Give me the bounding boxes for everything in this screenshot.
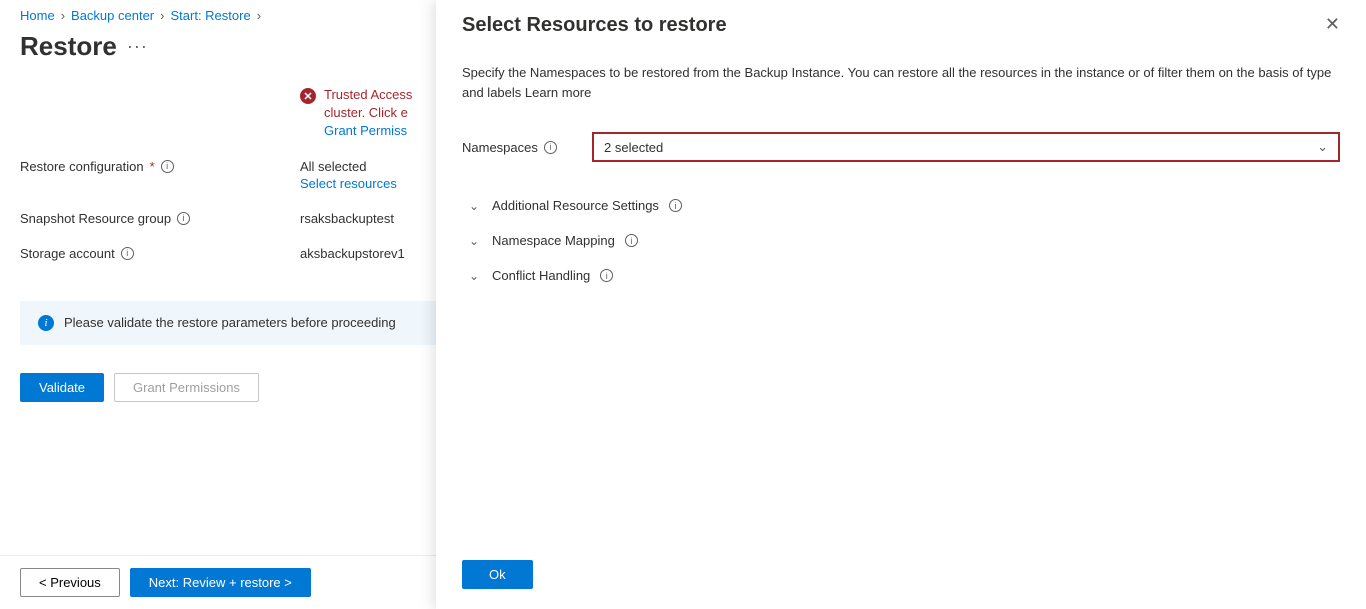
breadcrumb-start-restore[interactable]: Start: Restore [170,8,250,23]
chevron-down-icon: ⌄ [1317,139,1328,155]
info-icon[interactable]: i [177,212,190,225]
grant-permissions-button: Grant Permissions [114,373,259,402]
info-icon[interactable]: i [625,234,638,247]
chevron-right-icon: › [257,8,261,23]
restore-config-label: Restore configuration [20,159,144,174]
select-resources-link[interactable]: Select resources [300,176,397,191]
info-icon[interactable]: i [600,269,613,282]
namespaces-dropdown[interactable]: 2 selected ⌄ [592,132,1340,162]
additional-resource-settings-label: Additional Resource Settings [492,198,659,213]
info-icon[interactable]: i [121,247,134,260]
validate-button[interactable]: Validate [20,373,104,402]
chevron-right-icon: › [61,8,65,23]
error-text-line2: cluster. Click e [324,105,408,120]
info-icon: i [38,315,54,331]
previous-button[interactable]: < Previous [20,568,120,597]
grant-permissions-link[interactable]: Grant Permiss [324,123,407,138]
page-title: Restore [20,31,117,62]
namespace-mapping-label: Namespace Mapping [492,233,615,248]
info-icon[interactable]: i [544,141,557,154]
panel-description: Specify the Namespaces to be restored fr… [462,63,1340,102]
more-actions-button[interactable]: ··· [127,36,148,57]
error-text-line1: Trusted Access [324,87,412,102]
snapshot-rg-label: Snapshot Resource group [20,211,171,226]
conflict-handling-label: Conflict Handling [492,268,590,283]
chevron-right-icon: › [160,8,164,23]
chevron-down-icon: ⌄ [466,199,482,213]
namespaces-label: Namespaces [462,140,538,155]
ok-button[interactable]: Ok [462,560,533,589]
namespace-mapping-section[interactable]: ⌄ Namespace Mapping i [462,223,1340,258]
chevron-down-icon: ⌄ [466,269,482,283]
snapshot-rg-value: rsaksbackuptest [300,211,394,226]
required-asterisk: * [150,159,155,174]
breadcrumb-home[interactable]: Home [20,8,55,23]
info-icon[interactable]: i [669,199,682,212]
chevron-down-icon: ⌄ [466,234,482,248]
storage-account-value: aksbackupstorev1 [300,246,405,261]
panel-title: Select Resources to restore [462,14,727,37]
breadcrumb-backup-center[interactable]: Backup center [71,8,154,23]
select-resources-panel: Select Resources to restore ✕ Specify th… [436,0,1366,609]
additional-resource-settings-section[interactable]: ⌄ Additional Resource Settings i [462,188,1340,223]
info-icon[interactable]: i [161,160,174,173]
info-bar-text: Please validate the restore parameters b… [64,315,396,330]
next-button[interactable]: Next: Review + restore > [130,568,311,597]
restore-config-value: All selected [300,159,397,174]
namespaces-value: 2 selected [604,140,663,155]
close-icon[interactable]: ✕ [1325,14,1340,35]
error-icon: ✕ [300,88,316,104]
storage-account-label: Storage account [20,246,115,261]
conflict-handling-section[interactable]: ⌄ Conflict Handling i [462,258,1340,293]
